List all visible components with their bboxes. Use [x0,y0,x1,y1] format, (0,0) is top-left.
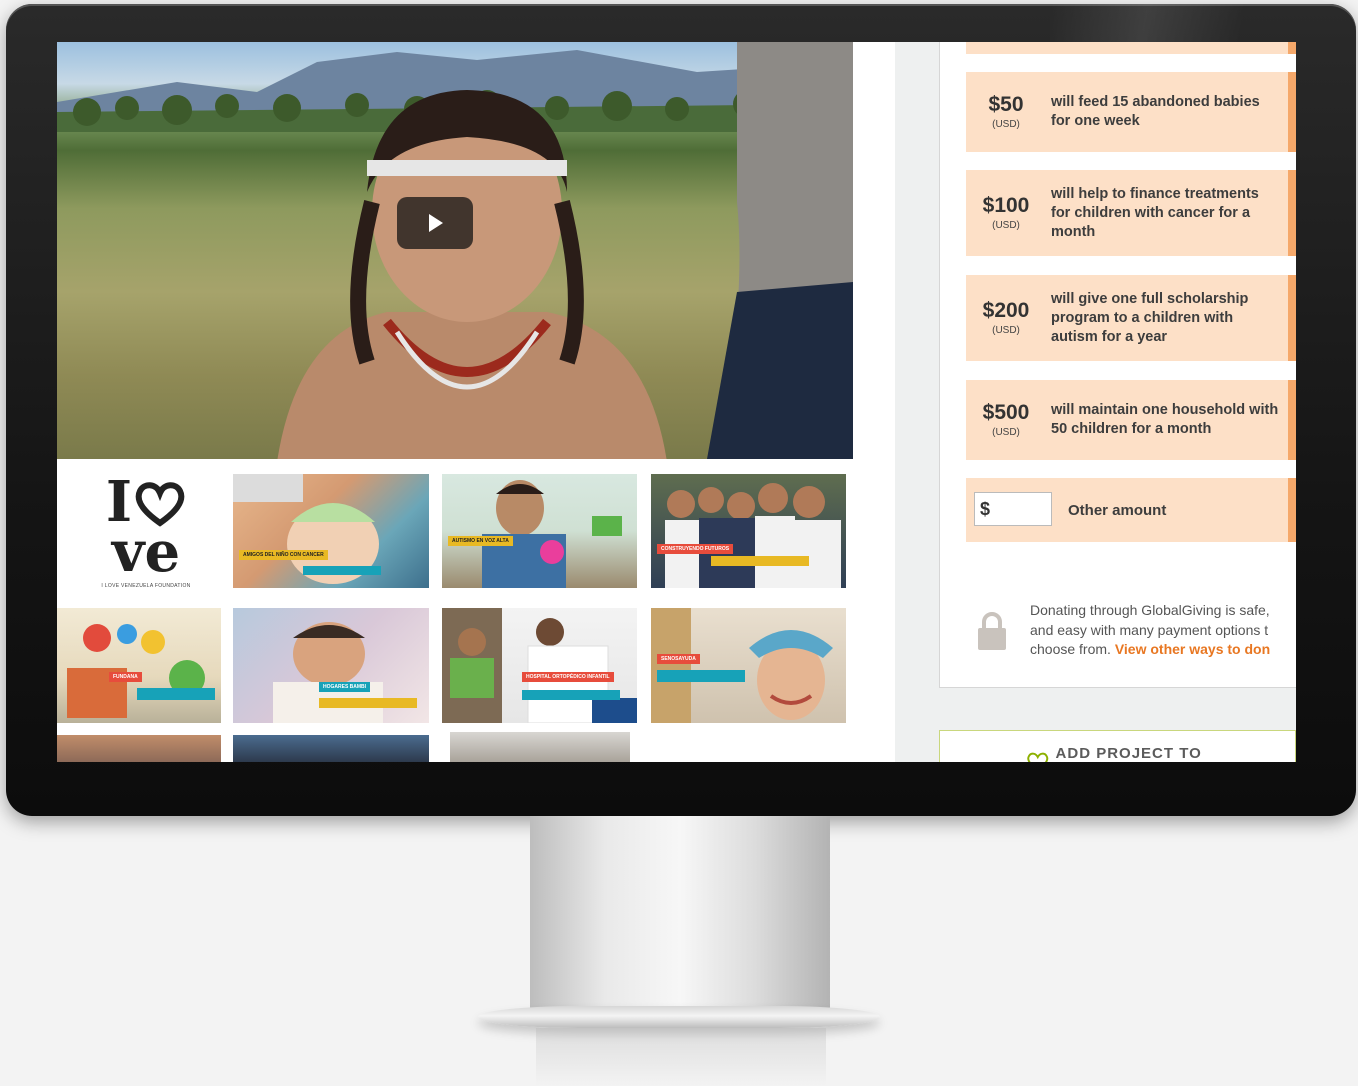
thumb-tag: FUNDANA [109,672,142,682]
view-other-ways-link[interactable]: View other ways to don [1115,641,1270,657]
stand-reflection [536,1028,826,1086]
donation-option-partial[interactable] [966,42,1296,54]
foundation-logo: I ve I LOVE VENEZUELA FOUNDATION [71,473,221,592]
donation-description: will help to finance treatments for chil… [1051,185,1259,240]
donation-amount: $200 (USD) [966,275,1046,361]
lock-icon [978,612,1006,650]
thumb-tag: SENOSAYUDA [657,654,700,664]
amount-value: $200 [982,298,1030,322]
donation-amount: $50 (USD) [966,72,1046,152]
thumb-caption-bar [319,698,417,708]
donation-option-100[interactable]: $100 (USD) will help to finance treatmen… [966,170,1296,256]
gallery-thumb[interactable] [57,735,221,762]
add-to-favorites-button[interactable]: ADD PROJECT TO FAVORITES [939,730,1296,762]
thumb-caption-bar [522,690,620,700]
thumb-photo [482,480,622,588]
favorites-label: ADD PROJECT TO FAVORITES [1055,745,1202,762]
gallery-thumb[interactable]: HOGARES BAMBI [233,608,429,723]
thumb-tag: HOGARES BAMBI [319,682,371,692]
notice-line-prefix: choose from. [1030,641,1115,657]
donation-amount: $500 (USD) [966,380,1046,460]
thumb-photo [651,608,833,723]
project-video[interactable] [57,42,853,459]
thumb-caption-bar [137,688,215,700]
monitor-stand-base [478,1006,880,1028]
donation-option-500[interactable]: $500 (USD) will maintain one household w… [966,380,1296,460]
gallery-thumb[interactable]: CONSTRUYENDO FUTUROS [651,474,846,588]
amount-currency: (USD) [992,220,1020,232]
gallery-thumb[interactable]: AMIGOS DEL NIÑO CON CANCER [233,474,429,588]
amount-value: $100 [982,193,1030,217]
logo-text: ve [111,519,181,585]
notice-line: Donating through GlobalGiving is safe, [1030,602,1270,618]
video-adult-figure [707,42,853,459]
gallery-thumb[interactable]: FUNDANA [57,608,221,723]
other-amount-input[interactable]: $ [974,492,1052,526]
donation-amount: $100 (USD) [966,170,1046,256]
donation-option-other[interactable]: $ Other amount [966,478,1296,542]
thumb-tag: CONSTRUYENDO FUTUROS [657,544,734,554]
thumb-tag: AMIGOS DEL NIÑO CON CANCER [239,550,328,560]
donation-description: will feed 15 abandoned babies for one we… [1051,94,1260,129]
gallery-thumb[interactable]: AUTISMO EN VOZ ALTA [442,474,637,588]
favorites-button-content: ADD PROJECT TO FAVORITES [1026,745,1295,762]
monitor-stand-neck [530,816,830,1016]
other-amount-label: Other amount [1068,501,1167,519]
thumb-caption-bar [711,556,809,566]
donation-option-200[interactable]: $200 (USD) will give one full scholarshi… [966,275,1296,361]
gallery-thumb[interactable] [233,735,429,762]
notice-line: and easy with many payment options t [1030,621,1269,638]
heart-outline-icon [1027,752,1049,762]
amount-currency: (USD) [992,119,1020,131]
thumb-photo [665,483,841,588]
gallery-thumb[interactable]: HOSPITAL ORTOPÉDICO INFANTIL [442,608,637,723]
notice-line: choose from. View other ways to don [1030,640,1296,660]
gallery-thumb[interactable] [450,732,630,762]
thumb-tag: HOSPITAL ORTOPÉDICO INFANTIL [522,672,614,682]
thumb-photo [67,624,205,718]
thumb-caption-bar [303,566,381,575]
donation-option-50[interactable]: $50 (USD) will feed 15 abandoned babies … [966,72,1296,152]
secure-donation-notice: Donating through GlobalGiving is safe, a… [1030,601,1296,660]
logo-caption: I LOVE VENEZUELA FOUNDATION [101,583,191,590]
donation-description: will maintain one household with 50 chil… [1051,402,1279,437]
monitor-screen: I ve I LOVE VENEZUELA FOUNDATION AMIGOS … [57,42,1296,762]
thumb-caption-bar [657,670,745,682]
amount-currency: (USD) [992,325,1020,337]
amount-value: $50 [988,92,1024,116]
amount-currency: (USD) [992,427,1020,439]
play-icon [429,214,443,232]
thumb-photo [442,608,637,723]
currency-symbol: $ [980,498,991,519]
donation-description: will give one full scholarship program t… [1051,290,1249,345]
amount-value: $500 [982,400,1030,424]
video-child-figure [277,90,667,459]
play-button[interactable] [397,197,473,249]
gallery-thumb[interactable]: SENOSAYUDA [651,608,846,723]
thumb-tag: AUTISMO EN VOZ ALTA [448,536,513,546]
